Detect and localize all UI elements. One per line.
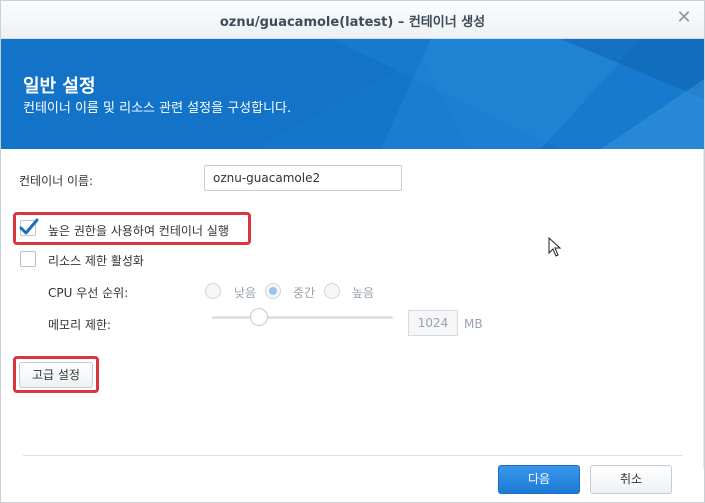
mouse-cursor-icon <box>548 237 562 257</box>
cpu-radio-medium[interactable] <box>265 283 281 299</box>
privileged-label[interactable]: 높은 권한을 사용하여 컨테이너 실행 <box>48 222 229 239</box>
header-banner: 일반 설정 컨테이너 이름 및 리소스 관련 설정을 구성합니다. <box>1 39 704 149</box>
cpu-priority-label: CPU 우선 순위: <box>48 286 129 300</box>
cpu-option-high: 높음 <box>352 286 375 300</box>
close-icon[interactable]: ✕ <box>676 9 692 27</box>
container-name-input[interactable] <box>204 165 402 191</box>
container-name-label: 컨테이너 이름: <box>19 174 94 188</box>
cpu-option-medium: 중간 <box>293 286 316 300</box>
memory-slider-handle[interactable] <box>250 308 268 326</box>
dialog-title: oznu/guacamole(latest) – 컨테이너 생성 <box>219 15 486 30</box>
resource-limit-checkbox[interactable] <box>20 251 36 267</box>
advanced-settings-button[interactable]: 고급 설정 <box>19 362 93 388</box>
footer-divider <box>23 455 683 456</box>
privileged-checkbox[interactable] <box>19 218 39 236</box>
cpu-radio-low[interactable] <box>205 283 221 299</box>
resource-limit-label[interactable]: 리소스 제한 활성화 <box>48 252 144 269</box>
memory-slider-track[interactable] <box>212 316 393 319</box>
memory-unit-label: MB <box>464 317 483 331</box>
memory-value-input[interactable]: 1024 <box>408 310 458 336</box>
banner-subtitle: 컨테이너 이름 및 리소스 관련 설정을 구성합니다. <box>23 101 292 116</box>
cpu-radio-high[interactable] <box>324 283 340 299</box>
content-scroll-edge <box>703 149 704 469</box>
checkmark-icon <box>19 218 39 235</box>
memory-limit-label: 메모리 제한: <box>48 318 112 332</box>
banner-background <box>251 39 704 149</box>
dialog-titlebar: oznu/guacamole(latest) – 컨테이너 생성 ✕ <box>1 1 704 39</box>
cancel-button[interactable]: 취소 <box>590 465 672 494</box>
banner-title: 일반 설정 <box>23 76 96 97</box>
create-container-dialog: oznu/guacamole(latest) – 컨테이너 생성 ✕ 일반 설정… <box>0 0 705 503</box>
cpu-option-low: 낮음 <box>234 286 257 300</box>
next-button[interactable]: 다음 <box>498 465 580 494</box>
